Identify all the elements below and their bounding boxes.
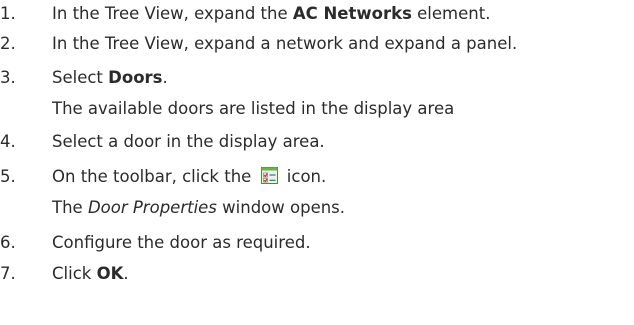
step-text: In the Tree View, expand a network and e… [52,34,518,53]
ui-label-ac-networks: AC Networks [292,4,412,23]
step-text: Configure the door as required. [52,233,311,252]
step-number: 4. [0,132,16,151]
step-3-result: The available doors are listed in the di… [52,99,455,118]
step-text: In the Tree View, expand the AC Networks… [52,4,491,23]
procedure-steps: 1. In the Tree View, expand the AC Netwo… [0,0,634,325]
ui-label-doors: Doors [108,68,163,87]
ui-label-ok: OK [96,264,124,283]
step-text: Click OK. [52,264,129,283]
step-number: 1. [0,4,16,23]
step-5-result: The Door Properties window opens. [52,198,346,217]
step-number: 6. [0,233,16,252]
step-text: On the toolbar, click the icon. [52,162,326,192]
step-number: 7. [0,264,16,283]
door-properties-icon [260,164,278,184]
window-name-door-properties: Door Properties [87,198,217,217]
step-number: 5. [0,167,16,186]
step-number: 2. [0,34,16,53]
step-text: Select a door in the display area. [52,132,325,151]
step-number: 3. [0,68,16,87]
step-text: Select Doors. [52,68,168,87]
